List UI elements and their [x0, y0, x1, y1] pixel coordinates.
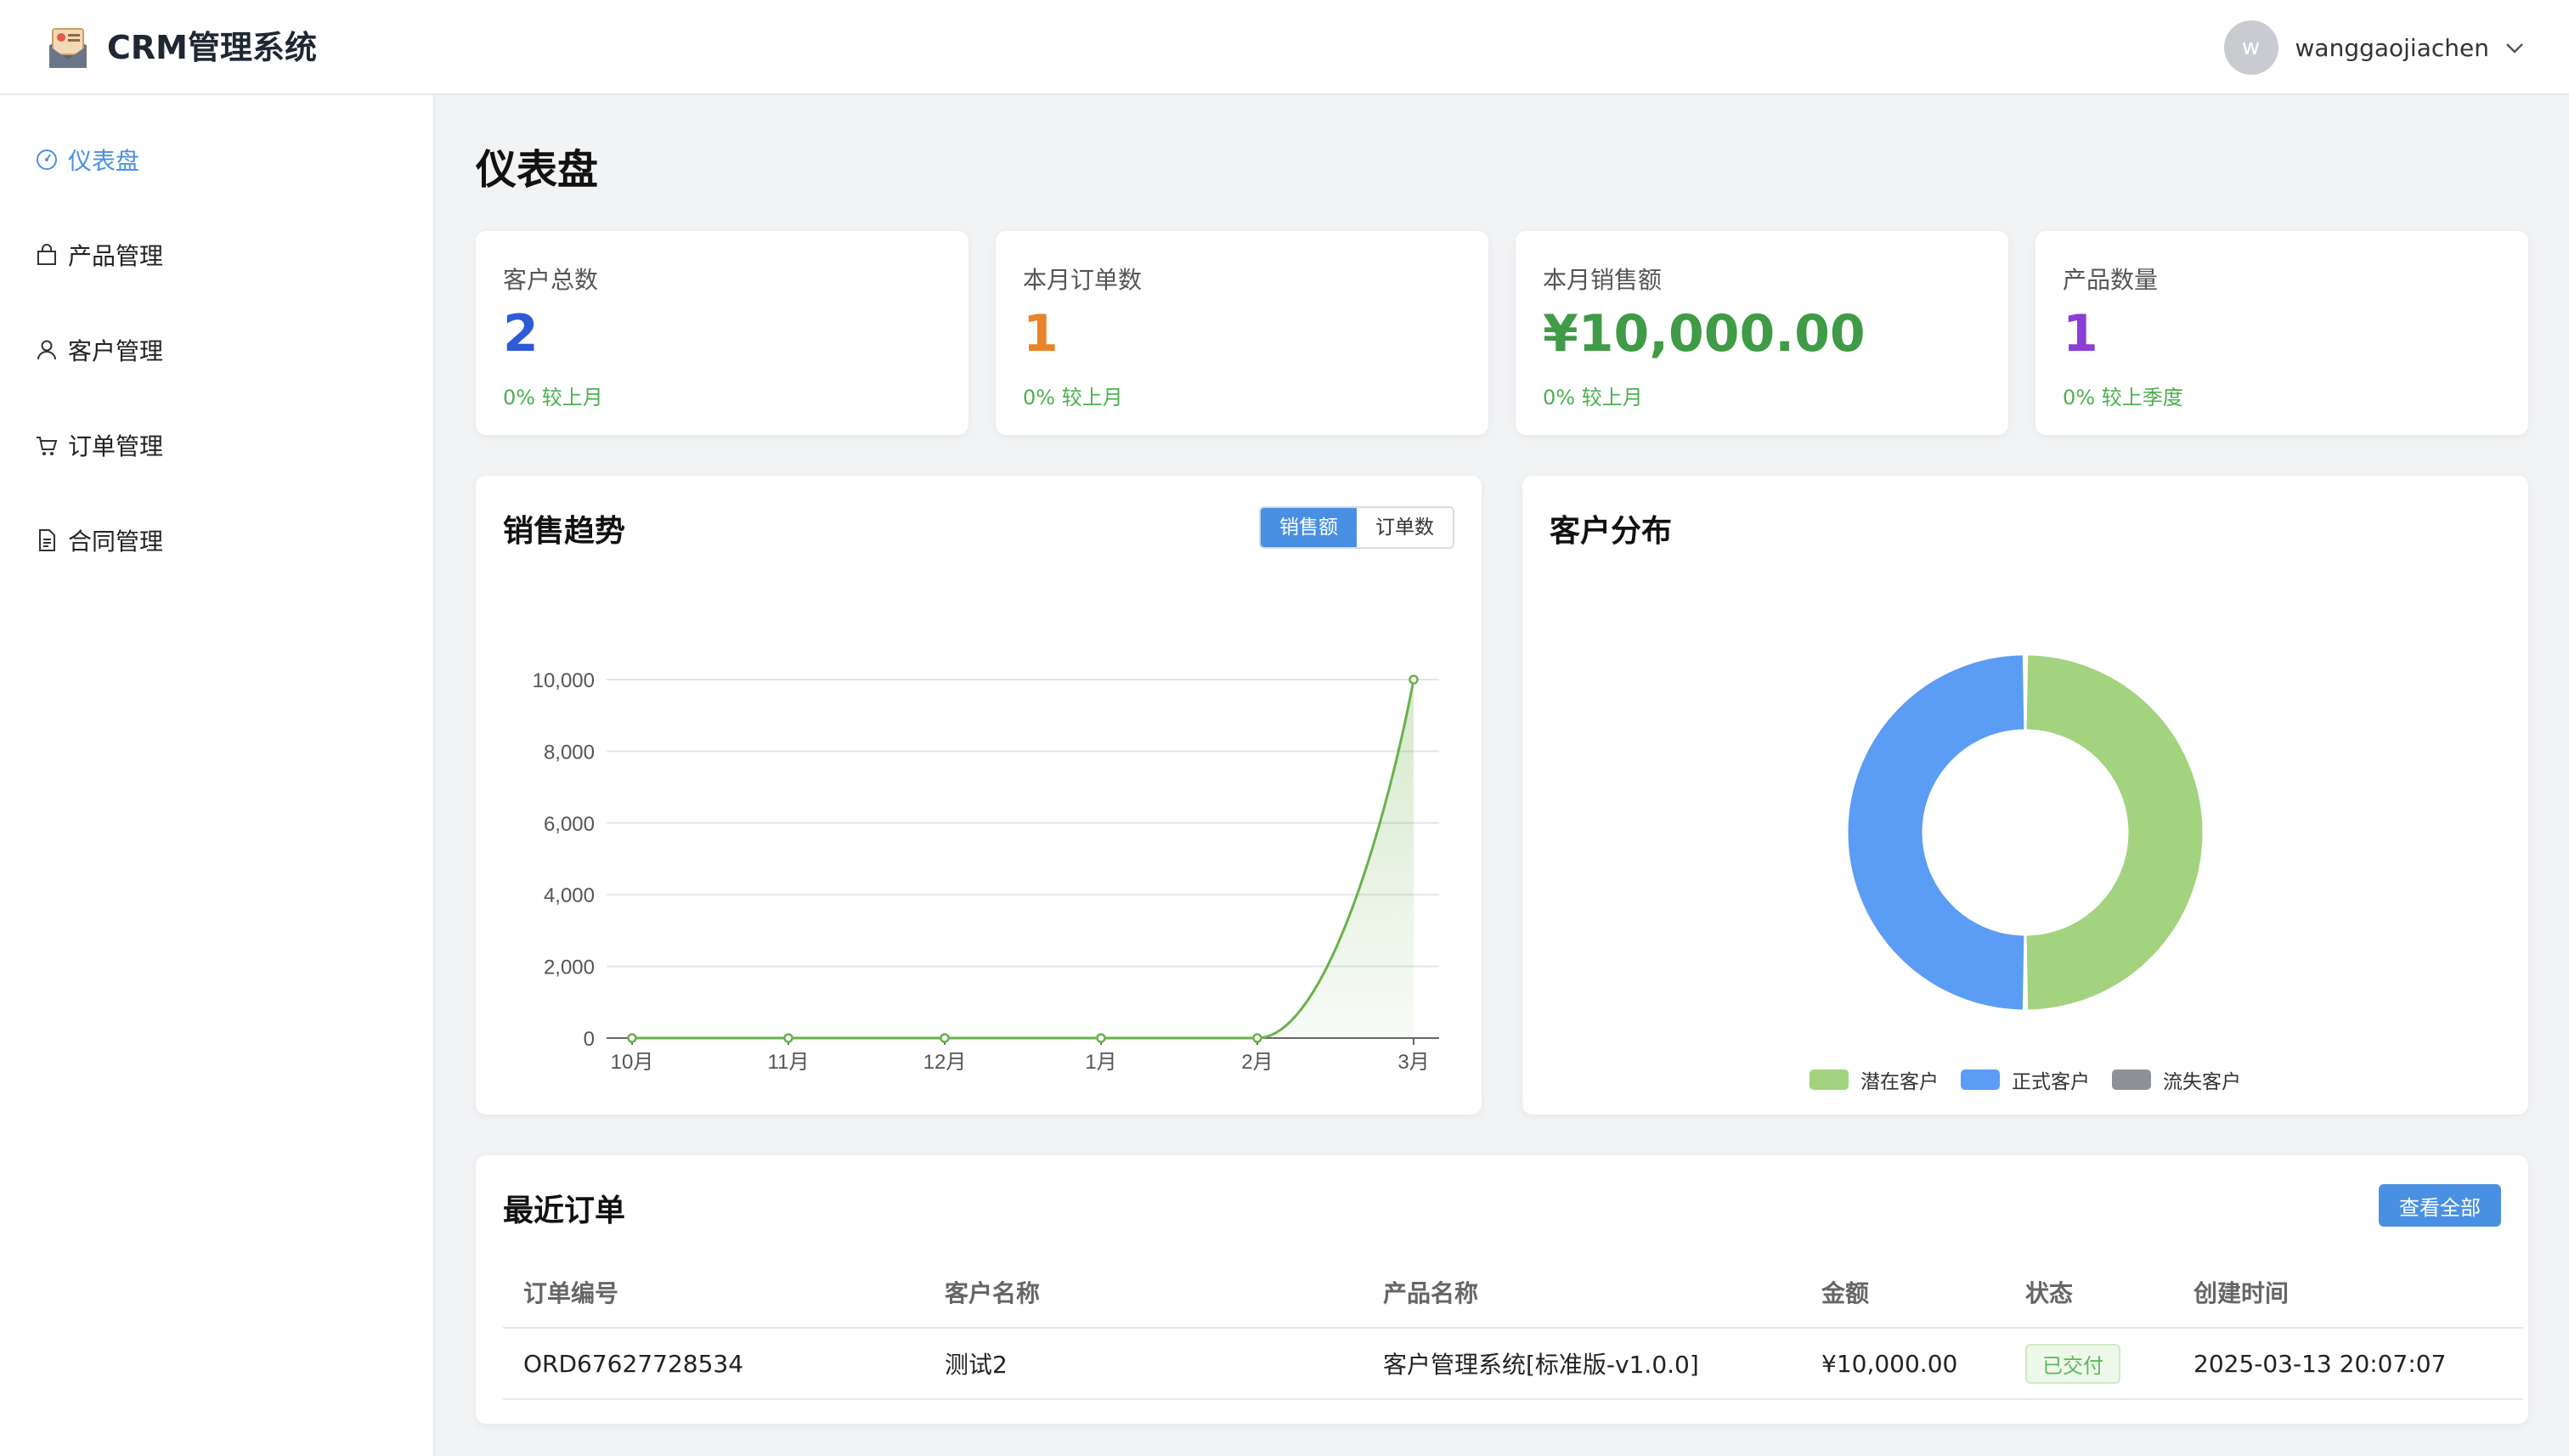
orders-table: 订单编号 客户名称 产品名称 金额 状态 创建时间 ORD67627728534… — [503, 1257, 2523, 1400]
sidebar-item-label: 合同管理 — [68, 528, 164, 556]
legend-label: 正式客户 — [2012, 1071, 2090, 1093]
stat-value: 2 — [503, 304, 539, 364]
page-title: 仪表盘 — [476, 146, 599, 194]
stat-card-products: 产品数量 1 0% 较上季度 — [2035, 231, 2528, 435]
y-tick-label: 0 — [584, 1028, 595, 1051]
legend-swatch — [1810, 1069, 1849, 1090]
area-fill — [632, 680, 1414, 1038]
sidebar-item-label: 仪表盘 — [68, 147, 140, 175]
data-point — [1252, 1033, 1262, 1043]
y-tick-label: 8,000 — [544, 741, 595, 764]
pie-slice — [2026, 655, 2203, 1010]
stat-change: 0% 较上季度 — [2063, 386, 2183, 409]
table-row[interactable]: ORD67627728534 测试2 客户管理系统[标准版-v1.0.0] ¥1… — [503, 1329, 2523, 1400]
legend-item-lost[interactable]: 流失客户 — [2112, 1065, 2241, 1094]
legend-item-formal[interactable]: 正式客户 — [1961, 1065, 2090, 1094]
sidebar-item-label: 客户管理 — [68, 337, 164, 365]
stat-change: 0% 较上月 — [1023, 386, 1123, 409]
shopping-bag-icon — [37, 244, 56, 265]
y-tick-label: 6,000 — [544, 813, 595, 836]
document-icon — [39, 529, 55, 551]
status-cell: 已交付 — [2025, 1343, 2194, 1384]
column-header: 金额 — [1821, 1279, 1870, 1307]
column-header: 产品名称 — [1383, 1279, 1479, 1307]
x-tick-label: 10月 — [611, 1051, 654, 1074]
user-menu[interactable]: w wanggaojiachen — [2223, 20, 2527, 75]
cart-icon — [37, 437, 58, 455]
order-id: ORD67627728534 — [523, 1349, 744, 1378]
x-tick-label: 3月 — [1397, 1051, 1429, 1074]
user-icon — [37, 340, 56, 360]
pie-slice — [1848, 655, 2024, 1010]
stat-change: 0% 较上月 — [1543, 386, 1643, 409]
sidebar-item-products[interactable]: 产品管理 — [34, 229, 163, 280]
stat-value: 1 — [2063, 304, 2098, 364]
panel-title: 最近订单 — [503, 1194, 626, 1228]
customer-distribution-panel: 客户分布 潜在客户 正式客户 流失客户 — [1522, 476, 2528, 1115]
series-line — [632, 679, 1415, 1040]
data-point — [1409, 674, 1419, 685]
view-all-button[interactable]: 查看全部 — [2379, 1184, 2501, 1227]
recent-orders-panel: 最近订单 查看全部 订单编号 客户名称 产品名称 金额 状态 创建时间 ORD6… — [476, 1155, 2528, 1424]
x-tick-label: 2月 — [1241, 1051, 1273, 1074]
data-point — [940, 1033, 950, 1043]
stat-label: 产品数量 — [2063, 266, 2159, 294]
stat-card-orders: 本月订单数 1 0% 较上月 — [996, 231, 1488, 435]
data-point — [783, 1033, 793, 1043]
legend-swatch — [1961, 1069, 2000, 1090]
sidebar-item-dashboard[interactable]: 仪表盘 — [34, 134, 139, 185]
x-tick-label: 1月 — [1085, 1051, 1116, 1074]
stat-card-sales: 本月销售额 ¥10,000.00 0% 较上月 — [1516, 231, 2008, 435]
stat-card-customers: 客户总数 2 0% 较上月 — [476, 231, 968, 435]
column-header: 创建时间 — [2194, 1279, 2290, 1307]
sales-trend-panel: 销售趋势 销售额 订单数 0 2,000 4,000 6,000 8,000 10,000… — [476, 476, 1482, 1115]
y-tick-label: 2,000 — [544, 957, 595, 979]
status-badge: 已交付 — [2025, 1343, 2120, 1384]
legend-item-potential[interactable]: 潜在客户 — [1810, 1065, 1939, 1094]
crm-logo-icon — [49, 28, 87, 68]
legend-swatch — [2112, 1069, 2151, 1090]
data-point — [627, 1033, 637, 1043]
sidebar-item-orders[interactable]: 订单管理 — [34, 420, 163, 471]
chart-legend: 潜在客户 正式客户 流失客户 — [1522, 1065, 2528, 1094]
legend-label: 潜在客户 — [1860, 1071, 1939, 1093]
column-header: 状态 — [2025, 1279, 2074, 1307]
x-tick-label: 11月 — [768, 1051, 810, 1074]
dashboard-icon — [37, 150, 57, 170]
table-header: 订单编号 客户名称 产品名称 金额 状态 创建时间 — [503, 1257, 2523, 1329]
stat-label: 本月销售额 — [1543, 266, 1663, 294]
column-header: 客户名称 — [945, 1279, 1041, 1307]
product-name: 客户管理系统[标准版-v1.0.0] — [1383, 1351, 1699, 1379]
created-time: 2025-03-13 20:07:07 — [2194, 1349, 2447, 1378]
avatar[interactable]: w — [2223, 20, 2278, 75]
y-tick-label: 4,000 — [544, 884, 595, 907]
sidebar-item-label: 产品管理 — [68, 242, 164, 270]
x-tick-label: 12月 — [923, 1051, 967, 1074]
sidebar-item-label: 订单管理 — [68, 432, 164, 460]
y-tick-label: 10,000 — [533, 669, 595, 692]
stat-label: 客户总数 — [503, 266, 599, 294]
username[interactable]: wanggaojiachen — [2295, 34, 2489, 62]
app-title: CRM管理系统 — [107, 29, 317, 66]
data-point — [1096, 1033, 1106, 1043]
sidebar-item-contracts[interactable]: 合同管理 — [34, 515, 163, 566]
customer-distribution-chart — [1848, 655, 2203, 1010]
order-amount: ¥10,000.00 — [1821, 1349, 1958, 1378]
legend-label: 流失客户 — [2163, 1071, 2241, 1093]
sidebar: 仪表盘 产品管理 客户管理 订单管理 合同管理 — [0, 95, 435, 1456]
chevron-down-icon[interactable] — [2503, 36, 2527, 59]
stat-value: ¥10,000.00 — [1543, 304, 1866, 364]
customer-name: 测试2 — [945, 1351, 1008, 1379]
sidebar-item-customers[interactable]: 客户管理 — [34, 324, 163, 375]
sales-trend-chart: 0 2,000 4,000 6,000 8,000 10,000 10月 11月 12月 1月 2月… — [533, 669, 1439, 1074]
stat-value: 1 — [1023, 304, 1059, 364]
column-header: 订单编号 — [523, 1279, 619, 1307]
stat-label: 本月订单数 — [1023, 266, 1143, 294]
top-header: CRM管理系统 w wanggaojiachen — [0, 0, 2569, 95]
stat-change: 0% 较上月 — [503, 386, 603, 409]
